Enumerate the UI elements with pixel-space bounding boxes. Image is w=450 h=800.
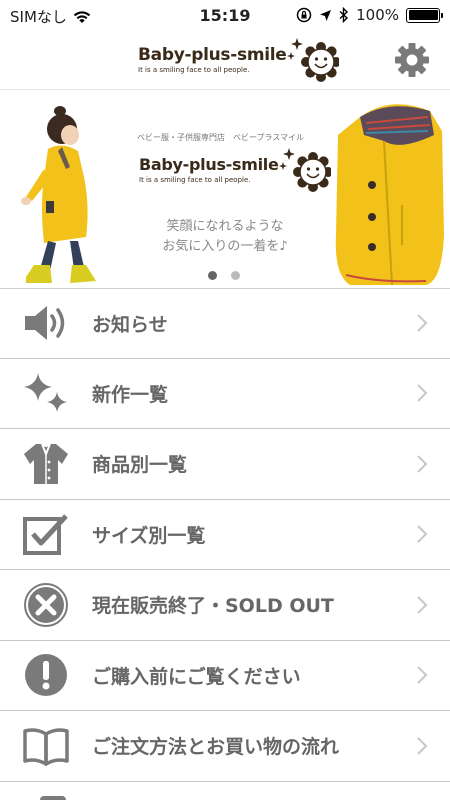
banner-logo-tagline: It is a smiling face to all people.: [139, 176, 251, 184]
chevron-right-icon: [417, 596, 428, 614]
bluetooth-icon: [339, 7, 349, 23]
status-right: 100%: [296, 6, 443, 24]
status-bar: SIMなし 15:19 100%: [0, 0, 450, 30]
menu-item-before-purchase[interactable]: ご購入前にご覧ください: [0, 640, 450, 711]
menu-item-by-size[interactable]: サイズ別一覧: [0, 499, 450, 570]
menu-item-new-arrivals[interactable]: 新作一覧: [0, 358, 450, 429]
chevron-right-icon: [417, 314, 428, 332]
banner-subtitle: ベビー服・子供服専門店 ベビープラスマイル: [137, 133, 305, 142]
banner-copy: 笑顔になれるような お気に入りの一着を♪: [150, 217, 300, 257]
menu-item-news[interactable]: お知らせ: [0, 288, 450, 359]
logo-text: Baby-plus-smile It is a smiling face to …: [138, 45, 287, 75]
menu-label-by-product: 商品別一覧: [92, 454, 188, 477]
chevron-right-icon: [417, 737, 428, 755]
logo-name: Baby-plus-smile: [138, 45, 287, 65]
rotation-lock-icon: [296, 7, 312, 23]
menu-label-before-purchase: ご購入前にご覧ください: [92, 665, 301, 688]
exclamation-icon: [22, 651, 70, 699]
battery-percent: 100%: [356, 6, 399, 24]
carousel-dot-1[interactable]: [208, 271, 217, 280]
hero-banner[interactable]: ベビー服・子供服専門店 ベビープラスマイル Baby-plus-smile It…: [0, 91, 450, 288]
battery-icon: [406, 7, 443, 23]
banner-smile-flower-icon: [278, 148, 331, 192]
chevron-right-icon: [417, 666, 428, 684]
banner-copy-line1: 笑顔になれるような: [166, 219, 284, 234]
menu-label-by-size: サイズ別一覧: [92, 524, 206, 547]
jacket-photo: [335, 104, 444, 286]
battery-fill: [408, 10, 438, 20]
shirt-icon: [22, 440, 70, 488]
menu-label-news: お知らせ: [92, 313, 168, 336]
close-circle-icon: [22, 581, 70, 629]
logo-tagline: It is a smiling face to all people.: [138, 66, 250, 74]
settings-gear-icon[interactable]: [394, 42, 430, 78]
sparkle-icon: [22, 369, 70, 417]
menu-item-by-product[interactable]: 商品別一覧: [0, 429, 450, 500]
smile-flower-icon: [286, 38, 339, 82]
partial-icon: [40, 795, 66, 800]
banner-logo: Baby-plus-smile It is a smiling face to …: [139, 146, 331, 194]
carousel-dot-2[interactable]: [231, 271, 240, 280]
menu-label-order-guide: ご注文方法とお買い物の流れ: [92, 736, 340, 759]
menu-label-new-arrivals: 新作一覧: [92, 383, 169, 406]
banner-copy-line2: お気に入りの一着を♪: [162, 239, 288, 254]
banner-logo-name: Baby-plus-smile: [139, 155, 279, 174]
menu-label-sold-out: 現在販売終了・SOLD OUT: [92, 595, 334, 618]
app-header: Baby-plus-smile It is a smiling face to …: [0, 30, 450, 90]
menu-item-sold-out[interactable]: 現在販売終了・SOLD OUT: [0, 570, 450, 641]
banner-logo-text: Baby-plus-smile It is a smiling face to …: [139, 155, 279, 185]
header-logo[interactable]: Baby-plus-smile It is a smiling face to …: [138, 38, 339, 82]
menu-item-next-partial[interactable]: [0, 781, 450, 800]
carousel-dots[interactable]: [208, 271, 240, 280]
menu-item-order-guide[interactable]: ご注文方法とお買い物の流れ: [0, 711, 450, 782]
chevron-right-icon: [417, 455, 428, 473]
chevron-right-icon: [417, 525, 428, 543]
child-photo: [21, 106, 96, 283]
speaker-icon: [22, 299, 70, 347]
book-icon: [22, 722, 70, 770]
checkbox-icon: [22, 510, 70, 558]
chevron-right-icon: [417, 384, 428, 402]
location-icon: [320, 9, 332, 21]
main-menu: お知らせ 新作一覧 商品別一覧 サイズ別一覧 現在販売終了・SOLD OUT ご…: [0, 288, 450, 800]
